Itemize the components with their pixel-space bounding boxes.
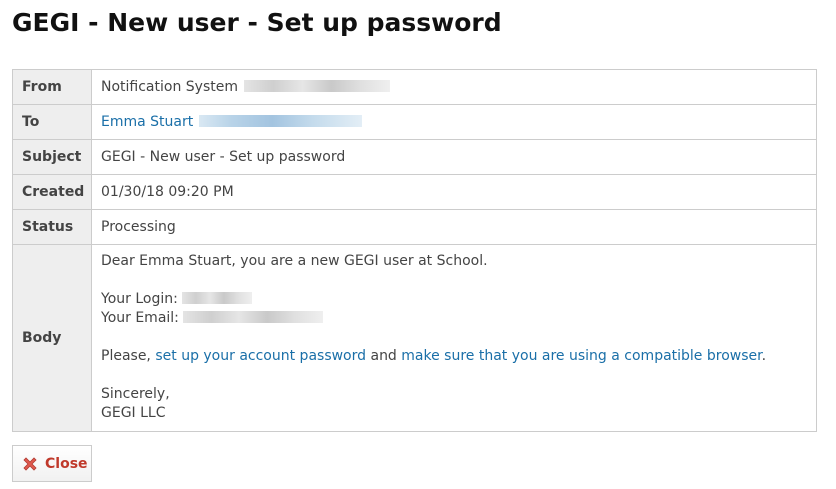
- close-label: Close: [45, 455, 88, 472]
- login-label: Your Login:: [101, 291, 178, 307]
- compatible-browser-link[interactable]: make sure that you are using a compatibl…: [401, 348, 761, 364]
- email-value-redacted: [183, 311, 324, 323]
- table-row-subject: Subject GEGI - New user - Set up passwor…: [12, 139, 817, 175]
- table-row-to: To Emma Stuart: [12, 104, 817, 140]
- body-instructions-line: Please, set up your account password and…: [101, 347, 807, 366]
- setup-password-link[interactable]: set up your account password: [155, 348, 366, 364]
- login-value-redacted: [182, 292, 253, 304]
- body-closing: Sincerely,: [101, 386, 170, 402]
- body-label: Body: [12, 244, 92, 432]
- to-value: Emma Stuart: [101, 114, 194, 130]
- from-cell: Notification System: [91, 69, 817, 105]
- page-title: GEGI - New user - Set up password: [12, 8, 502, 37]
- close-x-icon: [23, 456, 37, 471]
- to-label: To: [12, 104, 92, 140]
- body-signature: GEGI LLC: [101, 405, 166, 421]
- email-label: Your Email:: [101, 310, 179, 326]
- status-value: Processing: [91, 209, 817, 245]
- to-cell: Emma Stuart: [91, 104, 817, 140]
- message-body: Dear Emma Stuart, you are a new GEGI use…: [101, 245, 807, 431]
- table-row-from: From Notification System: [12, 69, 817, 105]
- body-login-line: Your Login:: [101, 290, 807, 309]
- table-row-body: Body Dear Emma Stuart, you are a new GEG…: [12, 244, 817, 432]
- to-address-redacted: [199, 115, 363, 127]
- period-text: .: [761, 348, 767, 364]
- from-address-redacted: [244, 80, 390, 92]
- table-row-created: Created 01/30/18 09:20 PM: [12, 174, 817, 210]
- subject-label: Subject: [12, 139, 92, 175]
- please-text: Please,: [101, 348, 151, 364]
- message-details-table: From Notification System To Emma Stuart …: [12, 69, 817, 432]
- subject-value: GEGI - New user - Set up password: [91, 139, 817, 175]
- table-row-status: Status Processing: [12, 209, 817, 245]
- to-recipient-link[interactable]: Emma Stuart: [101, 114, 363, 130]
- created-label: Created: [12, 174, 92, 210]
- close-button[interactable]: Close: [12, 445, 92, 482]
- status-label: Status: [12, 209, 92, 245]
- created-value: 01/30/18 09:20 PM: [91, 174, 817, 210]
- body-email-line: Your Email:: [101, 309, 807, 328]
- body-cell: Dear Emma Stuart, you are a new GEGI use…: [91, 244, 817, 432]
- and-text: and: [370, 348, 397, 364]
- body-greeting: Dear Emma Stuart, you are a new GEGI use…: [101, 253, 488, 269]
- from-value: Notification System: [101, 79, 238, 95]
- from-label: From: [12, 69, 92, 105]
